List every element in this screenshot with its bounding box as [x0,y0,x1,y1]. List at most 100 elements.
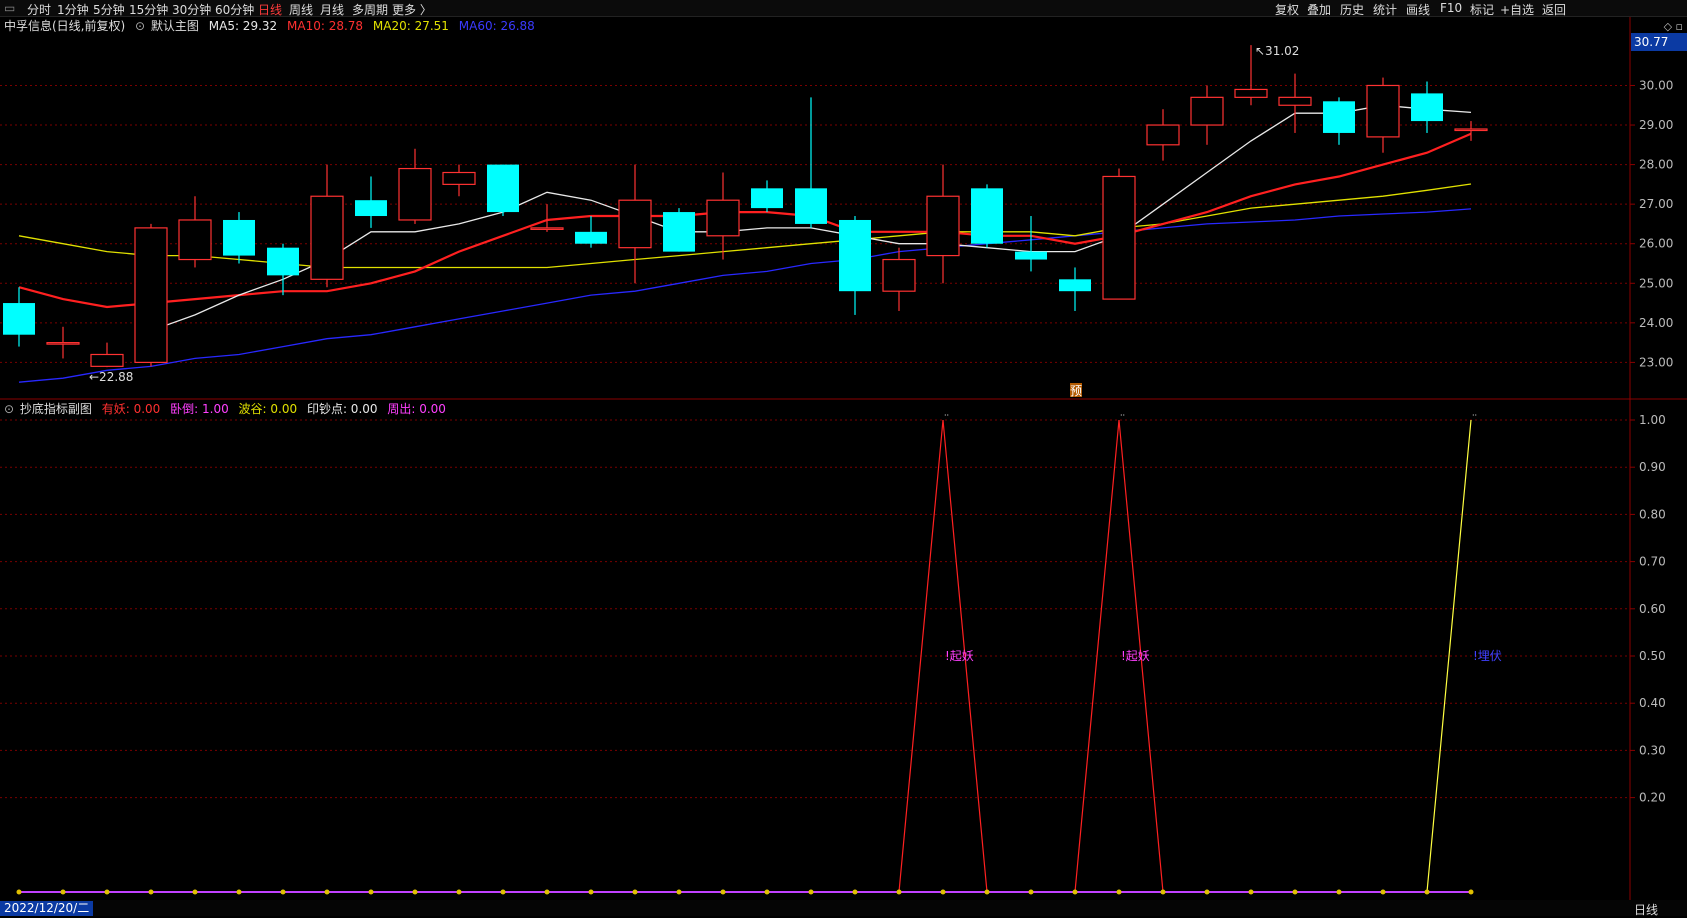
candle-body [1102,175,1136,300]
candle-body [3,303,35,335]
y-tick-label: 0.80 [1639,507,1666,521]
candle-body [90,353,124,367]
y-tick-label: 0.20 [1639,791,1666,805]
candle-body [839,219,871,292]
candle-body [575,231,607,244]
signal-dot [1248,889,1254,895]
y-tick-label: 0.50 [1639,649,1666,663]
candle-body [46,342,80,345]
candle-body [267,247,299,276]
yu-marker: 预 [1070,384,1082,398]
candle-body [355,200,387,217]
candle-body [1323,101,1355,133]
signal-dot [676,889,682,895]
signal-label: !起妖 [945,649,974,663]
signal-dot [456,889,462,895]
candle-body [618,199,652,249]
candle-body [134,227,168,363]
candle-body [530,227,564,230]
candle-body [1234,88,1268,98]
y-tick-label: 0.40 [1639,696,1666,710]
y-tick-label: 25.00 [1639,276,1673,290]
signal-dot [544,889,550,895]
candle-body [1146,124,1180,146]
signal-dot [940,889,946,895]
candle-body [882,258,916,292]
candle-body [1278,96,1312,106]
candle-body [751,188,783,209]
signal-dot [1072,889,1078,895]
candle-body [706,199,740,237]
current-price-box: 30.77 [1631,33,1687,51]
signal-dot [500,889,506,895]
y-tick-label: 30.00 [1639,78,1673,92]
signal-dot [1028,889,1034,895]
signal-dot [1336,889,1342,895]
signal-dot [104,889,110,895]
signal-dot [1116,889,1122,895]
y-tick-label: 23.00 [1639,355,1673,369]
high-label: ↖31.02 [1255,44,1299,58]
peak-marker: ·· [1472,411,1477,420]
candle-body [178,219,212,261]
signal-dot [632,889,638,895]
signal-dot [148,889,154,895]
candle-body [1059,279,1091,292]
candle-body [1015,251,1047,260]
signal-dot [236,889,242,895]
candle-body [1190,96,1224,126]
y-tick-label: 0.70 [1639,555,1666,569]
candle-body [487,164,519,213]
signal-label: !埋伏 [1473,649,1502,663]
signal-dot [368,889,374,895]
signal-dot [1468,889,1474,895]
peak-marker: ·· [944,411,949,420]
y-tick-label: 0.90 [1639,460,1666,474]
time-axis [0,900,1687,916]
candle-body [663,212,695,252]
signal-dot [16,889,22,895]
signal-dot [984,889,990,895]
signal-dot [764,889,770,895]
y-tick-label: 24.00 [1639,316,1673,330]
candle-body [223,219,255,256]
candle-body [926,195,960,257]
y-tick-label: 28.00 [1639,158,1673,172]
candle-body [971,188,1003,244]
signal-dot [60,889,66,895]
y-tick-label: 0.60 [1639,602,1666,616]
signal-label: !起妖 [1121,649,1150,663]
candle-body [310,195,344,280]
signal-dot [720,889,726,895]
signal-dot [1204,889,1210,895]
signal-dot [896,889,902,895]
signal-dot [412,889,418,895]
y-tick-label: 29.00 [1639,118,1673,132]
candle-body [442,171,476,185]
candle-body [1366,84,1400,138]
low-label: ←22.88 [89,370,133,384]
signal-dot [588,889,594,895]
y-tick-label: 27.00 [1639,197,1673,211]
y-tick-label: 0.30 [1639,743,1666,757]
signal-dot [1292,889,1298,895]
signal-dot [808,889,814,895]
peak-marker: ·· [1120,411,1125,420]
y-tick-label: 1.00 [1639,413,1666,427]
kline-chart[interactable]: 23.00 24.00 25.00 26.00 27.00 28.00 29.00 30.00… [0,0,1687,916]
period-label: 日线 [1634,903,1659,917]
signal-segment [1426,419,1472,893]
candle-body [398,167,432,221]
candle-body [1411,93,1443,122]
signal-dot [852,889,858,895]
candle-body [795,188,827,224]
signal-dot [1380,889,1386,895]
cursor-date: 2022/12/20/二 [0,901,94,916]
signal-dot [1424,889,1430,895]
signal-dot [1160,889,1166,895]
signal-dot [324,889,330,895]
signal-dot [280,889,286,895]
y-tick-label: 26.00 [1639,237,1673,251]
candle-body [1454,128,1488,132]
signal-dot [192,889,198,895]
